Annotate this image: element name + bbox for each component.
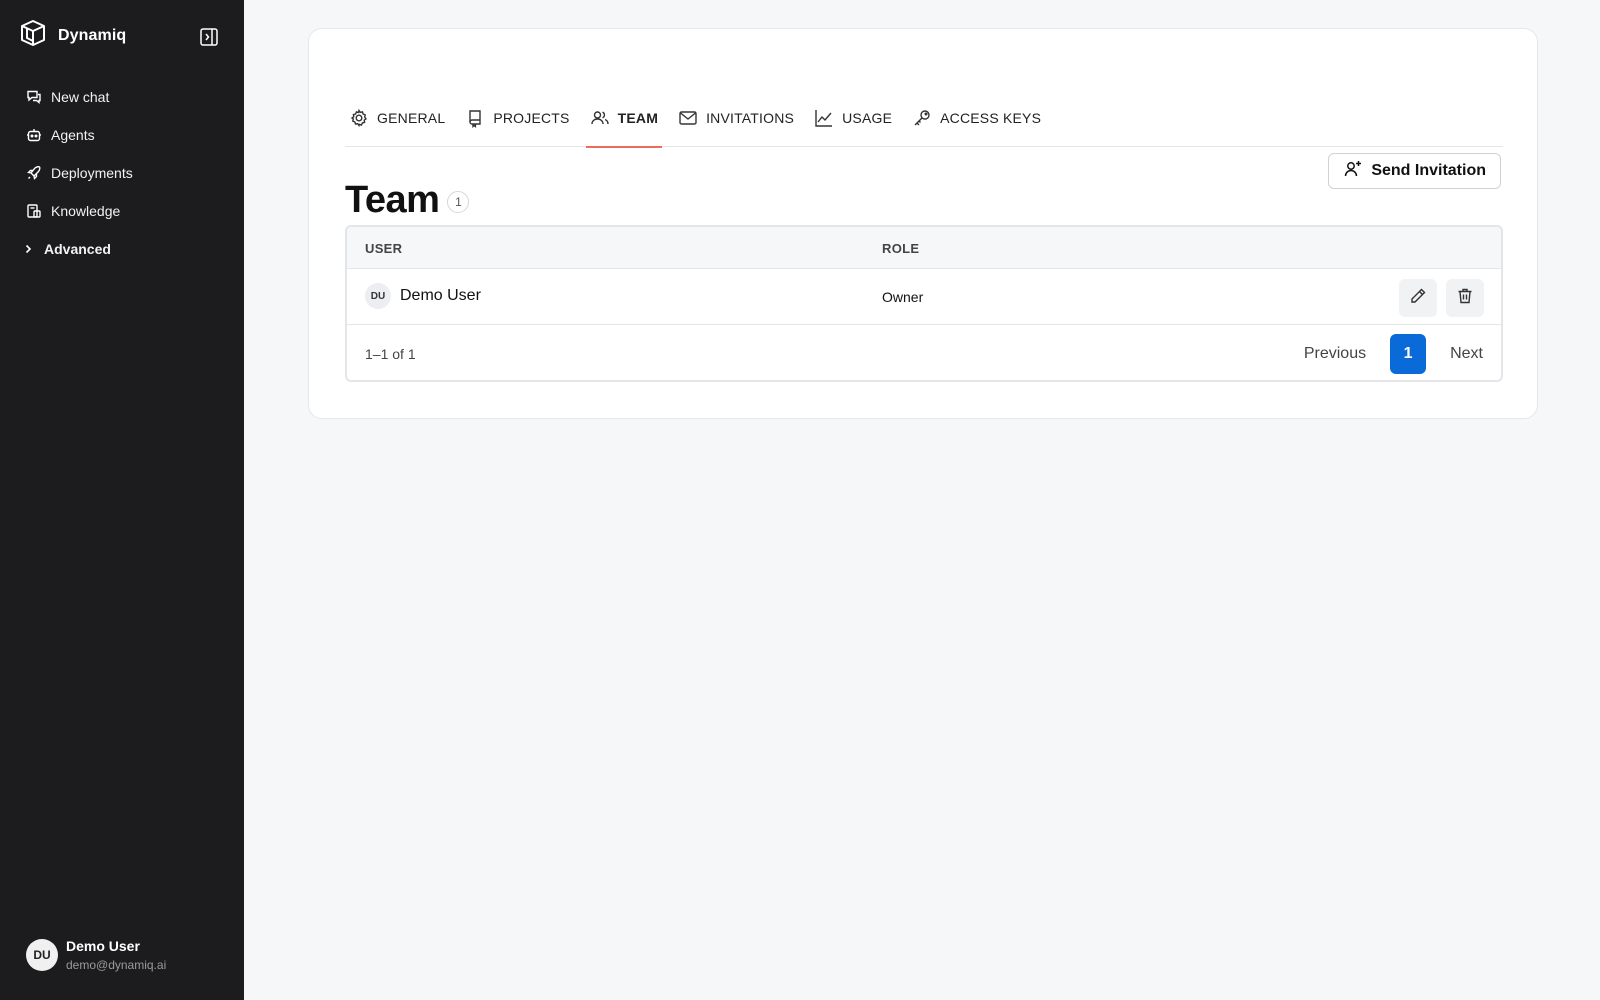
send-invitation-label: Send Invitation (1371, 162, 1486, 179)
user-email: demo@dynamiq.ai (66, 958, 167, 972)
mail-icon (678, 108, 698, 128)
trash-icon (1456, 287, 1474, 310)
sidebar: Dynamiq New chat Agents Deployments Know… (0, 0, 244, 1000)
table-header: USER ROLE (347, 227, 1501, 269)
pagination: Previous 1 Next (1304, 334, 1483, 374)
user-plus-icon (1343, 159, 1363, 184)
sidebar-item-label: Deployments (51, 165, 133, 181)
tab-label: PROJECTS (493, 110, 570, 126)
user-name: Demo User (400, 287, 481, 304)
sidebar-item-agents[interactable]: Agents (16, 116, 228, 154)
tab-projects[interactable]: PROJECTS (461, 89, 573, 147)
sidebar-item-label: New chat (51, 89, 110, 105)
tab-label: TEAM (617, 110, 659, 126)
table-footer: 1–1 of 1 Previous 1 Next (347, 325, 1501, 380)
column-header-user: USER (365, 241, 403, 256)
sidebar-item-new-chat[interactable]: New chat (16, 78, 228, 116)
sidebar-item-label: Agents (51, 127, 95, 143)
brand-name: Dynamiq (58, 26, 127, 44)
chevron-right-icon (20, 241, 36, 257)
tab-label: GENERAL (377, 110, 446, 126)
delete-button[interactable] (1446, 279, 1484, 317)
chat-icon (26, 89, 42, 105)
tab-label: INVITATIONS (706, 110, 795, 126)
tab-label: ACCESS KEYS (940, 110, 1042, 126)
table-row: DU Demo User Owner (347, 269, 1501, 325)
role-cell: Owner (882, 289, 924, 305)
settings-card: GENERAL PROJECTS TEAM INVITATIONS USAGE … (308, 28, 1538, 419)
avatar: DU (365, 283, 391, 309)
tab-invitations[interactable]: INVITATIONS (674, 89, 798, 147)
tab-label: USAGE (842, 110, 893, 126)
bookmark-icon (465, 108, 485, 128)
sidebar-item-advanced[interactable]: Advanced (16, 230, 228, 268)
tab-usage[interactable]: USAGE (810, 89, 896, 147)
tab-access-keys[interactable]: ACCESS KEYS (908, 89, 1045, 147)
sidebar-item-label: Advanced (44, 241, 111, 257)
tab-team[interactable]: TEAM (585, 89, 663, 148)
avatar: DU (26, 939, 58, 971)
sidebar-collapse-icon[interactable] (198, 26, 220, 48)
users-icon (590, 108, 610, 128)
key-icon (912, 108, 932, 128)
gear-icon (349, 108, 369, 128)
book-icon (26, 203, 42, 219)
robot-icon (26, 127, 42, 143)
user-cell: DU Demo User (365, 283, 481, 309)
tab-general[interactable]: GENERAL (345, 89, 449, 147)
current-page-button[interactable]: 1 (1390, 334, 1427, 374)
send-invitation-button[interactable]: Send Invitation (1328, 153, 1501, 189)
user-profile[interactable]: DU Demo User demo@dynamiq.ai (26, 938, 166, 972)
page-header: Team 1 (345, 179, 470, 222)
sidebar-item-deployments[interactable]: Deployments (16, 154, 228, 192)
member-count-badge: 1 (447, 190, 470, 213)
previous-page-button[interactable]: Previous (1304, 345, 1366, 363)
edit-button[interactable] (1399, 279, 1437, 317)
pencil-icon (1409, 287, 1427, 310)
pagination-range: 1–1 of 1 (365, 346, 416, 362)
sidebar-item-label: Knowledge (51, 203, 121, 219)
dynamiq-logo-icon (18, 18, 48, 53)
next-page-button[interactable]: Next (1450, 345, 1483, 363)
user-name: Demo User (66, 938, 140, 954)
page-title: Team (345, 179, 440, 221)
settings-tabs: GENERAL PROJECTS TEAM INVITATIONS USAGE … (345, 89, 1503, 148)
column-header-role: ROLE (882, 241, 920, 256)
brand[interactable]: Dynamiq (18, 18, 126, 53)
team-table: USER ROLE DU Demo User Owner 1–1 of 1 Pr… (345, 225, 1503, 382)
sidebar-item-knowledge[interactable]: Knowledge (16, 192, 228, 230)
sidebar-nav: New chat Agents Deployments Knowledge Ad… (16, 78, 228, 268)
main-content: GENERAL PROJECTS TEAM INVITATIONS USAGE … (244, 0, 1600, 1000)
chart-line-icon (814, 108, 834, 128)
rocket-icon (26, 165, 42, 181)
